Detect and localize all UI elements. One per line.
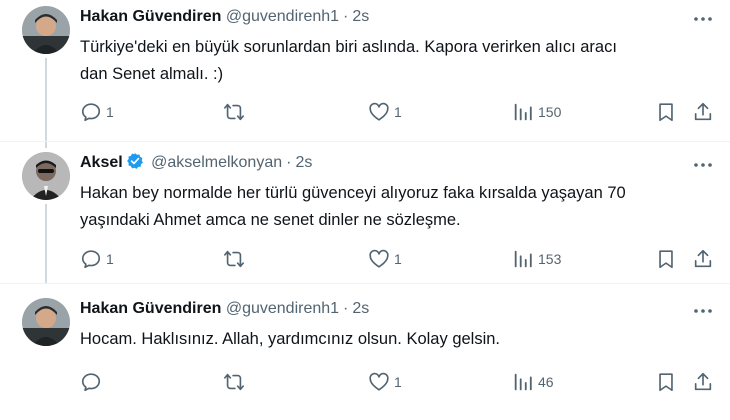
tweet-text: Hakan bey normalde her türlü güvenceyi a…	[80, 180, 710, 234]
like-count: 1	[394, 251, 402, 267]
bookmark-button[interactable]	[655, 100, 677, 124]
bookmark-button[interactable]	[655, 370, 677, 394]
views-button[interactable]: 153	[512, 247, 561, 271]
avatar[interactable]	[22, 152, 70, 200]
thread-line	[45, 204, 47, 284]
reply-icon	[81, 250, 101, 269]
more-icon	[694, 163, 712, 167]
thread-line	[45, 58, 47, 148]
tweet-3[interactable]: Hakan Güvendiren @guvendirenh1 · 2s Hocam.…	[0, 284, 730, 420]
separator-dot: ·	[343, 8, 349, 25]
reply-count: 1	[106, 251, 114, 267]
more-icon	[694, 309, 712, 313]
like-button[interactable]: 1	[368, 370, 402, 394]
user-handle[interactable]: @guvendirenh1	[226, 300, 339, 317]
retweet-button[interactable]	[222, 370, 250, 394]
share-button[interactable]	[692, 247, 714, 271]
bookmark-icon	[659, 373, 673, 392]
like-button[interactable]: 1	[368, 100, 402, 124]
user-handle[interactable]: @akselmelkonyan	[151, 154, 282, 171]
separator-dot: ·	[286, 154, 292, 171]
tweet-actions: 1 1 150	[80, 100, 720, 124]
bookmark-icon	[659, 103, 673, 122]
display-name[interactable]: Aksel	[80, 154, 123, 171]
retweet-icon	[224, 250, 244, 268]
tweet-1[interactable]: Hakan Güvendiren @guvendirenh1 · 2s Türkiy…	[0, 0, 730, 148]
share-icon	[694, 372, 712, 391]
reply-button[interactable]: 1	[80, 100, 114, 124]
tweet-text: Türkiye'deki en büyük sorunlardan biri a…	[80, 34, 710, 88]
reply-icon	[81, 373, 101, 392]
tweet-header: Hakan Güvendiren @guvendirenh1 · 2s	[80, 6, 369, 28]
views-count: 153	[538, 251, 562, 267]
tweet-actions: 1 46	[80, 370, 720, 394]
bookmark-icon	[659, 250, 673, 269]
avatar[interactable]	[22, 6, 70, 54]
reply-button[interactable]	[80, 370, 106, 394]
like-count: 1	[394, 374, 402, 390]
tweet-text: Hocam. Haklısınız. Allah, yardımcınız ol…	[80, 326, 710, 353]
views-icon	[514, 103, 532, 121]
bookmark-button[interactable]	[655, 247, 677, 271]
timestamp[interactable]: 2s	[352, 8, 369, 25]
reply-button[interactable]: 1	[80, 247, 114, 271]
tweet-2[interactable]: Aksel @akselmelkonyan · 2s Hakan bey norma…	[0, 142, 730, 284]
timestamp[interactable]: 2s	[352, 300, 369, 317]
views-button[interactable]: 46	[512, 370, 554, 394]
retweet-icon	[224, 103, 244, 121]
tweet-text-line: yaşındaki Ahmet amca ne senet dinler ne …	[80, 211, 461, 229]
like-button[interactable]: 1	[368, 247, 402, 271]
avatar[interactable]	[22, 298, 70, 346]
like-icon	[369, 249, 389, 268]
tweet-header: Hakan Güvendiren @guvendirenh1 · 2s	[80, 298, 369, 320]
reply-count: 1	[106, 104, 114, 120]
retweet-button[interactable]	[222, 100, 250, 124]
views-icon	[514, 250, 532, 268]
more-options-button[interactable]	[692, 154, 714, 176]
share-icon	[694, 102, 712, 121]
tweet-text-line: Hocam. Haklısınız. Allah, yardımcınız ol…	[80, 330, 501, 348]
timestamp[interactable]: 2s	[295, 154, 312, 171]
like-count: 1	[394, 104, 402, 120]
more-options-button[interactable]	[692, 300, 714, 322]
tweet-actions: 1 1 153	[80, 247, 720, 271]
tweet-text-line: Türkiye'deki en büyük sorunlardan biri a…	[80, 38, 617, 56]
views-count: 46	[538, 374, 554, 390]
user-handle[interactable]: @guvendirenh1	[226, 8, 339, 25]
share-icon	[694, 249, 712, 268]
views-icon	[514, 373, 532, 391]
more-options-button[interactable]	[692, 8, 714, 30]
like-icon	[369, 102, 389, 121]
like-icon	[369, 372, 389, 391]
verified-badge-icon	[126, 152, 144, 177]
separator-dot: ·	[343, 300, 349, 317]
views-button[interactable]: 150	[512, 100, 561, 124]
tweet-header: Aksel @akselmelkonyan · 2s	[80, 152, 312, 177]
tweet-text-line: Hakan bey normalde her türlü güvenceyi a…	[80, 184, 626, 202]
display-name[interactable]: Hakan Güvendiren	[80, 300, 221, 317]
reply-icon	[81, 103, 101, 122]
tweet-text-line: dan Senet almalı. :)	[80, 65, 224, 83]
retweet-icon	[224, 373, 244, 391]
display-name[interactable]: Hakan Güvendiren	[80, 8, 221, 25]
share-button[interactable]	[692, 370, 714, 394]
share-button[interactable]	[692, 100, 714, 124]
more-icon	[694, 17, 712, 21]
views-count: 150	[538, 104, 562, 120]
retweet-button[interactable]	[222, 247, 250, 271]
